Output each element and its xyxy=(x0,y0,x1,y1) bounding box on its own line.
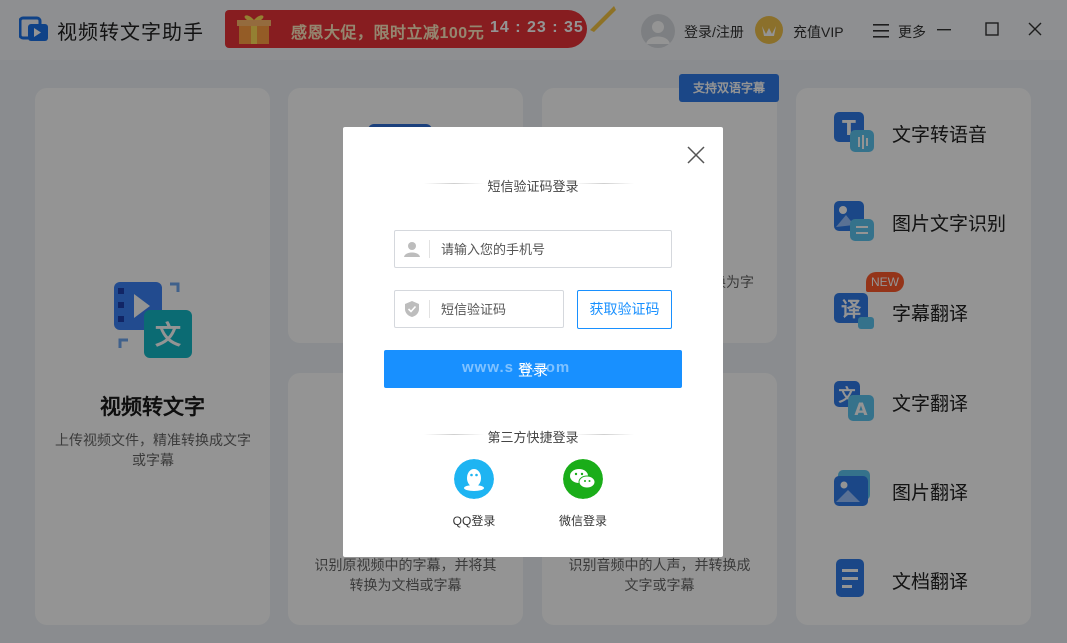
wechat-icon xyxy=(563,459,603,499)
qq-icon xyxy=(454,459,494,499)
close-icon[interactable] xyxy=(686,145,706,165)
wechat-login-label: 微信登录 xyxy=(558,514,607,528)
wechat-login-button[interactable]: 微信登录 xyxy=(553,459,613,529)
get-code-button[interactable]: 获取验证码 xyxy=(577,290,672,329)
qq-login-label: QQ登录 xyxy=(452,514,496,528)
sms-login-heading: 短信验证码登录 xyxy=(487,179,579,194)
login-button[interactable]: 登录 xyxy=(384,350,682,388)
user-icon xyxy=(404,242,420,257)
field-separator xyxy=(429,300,430,318)
third-party-login-heading: 第三方快捷登录 xyxy=(487,430,579,445)
sms-code-field[interactable] xyxy=(394,290,564,328)
divider-line xyxy=(574,183,634,184)
field-separator xyxy=(429,240,430,258)
phone-field[interactable] xyxy=(394,230,672,268)
divider-line xyxy=(574,434,634,435)
sms-code-input[interactable] xyxy=(441,291,559,327)
shield-icon xyxy=(405,301,419,317)
qq-login-button[interactable]: QQ登录 xyxy=(444,459,504,529)
phone-input[interactable] xyxy=(441,231,635,267)
